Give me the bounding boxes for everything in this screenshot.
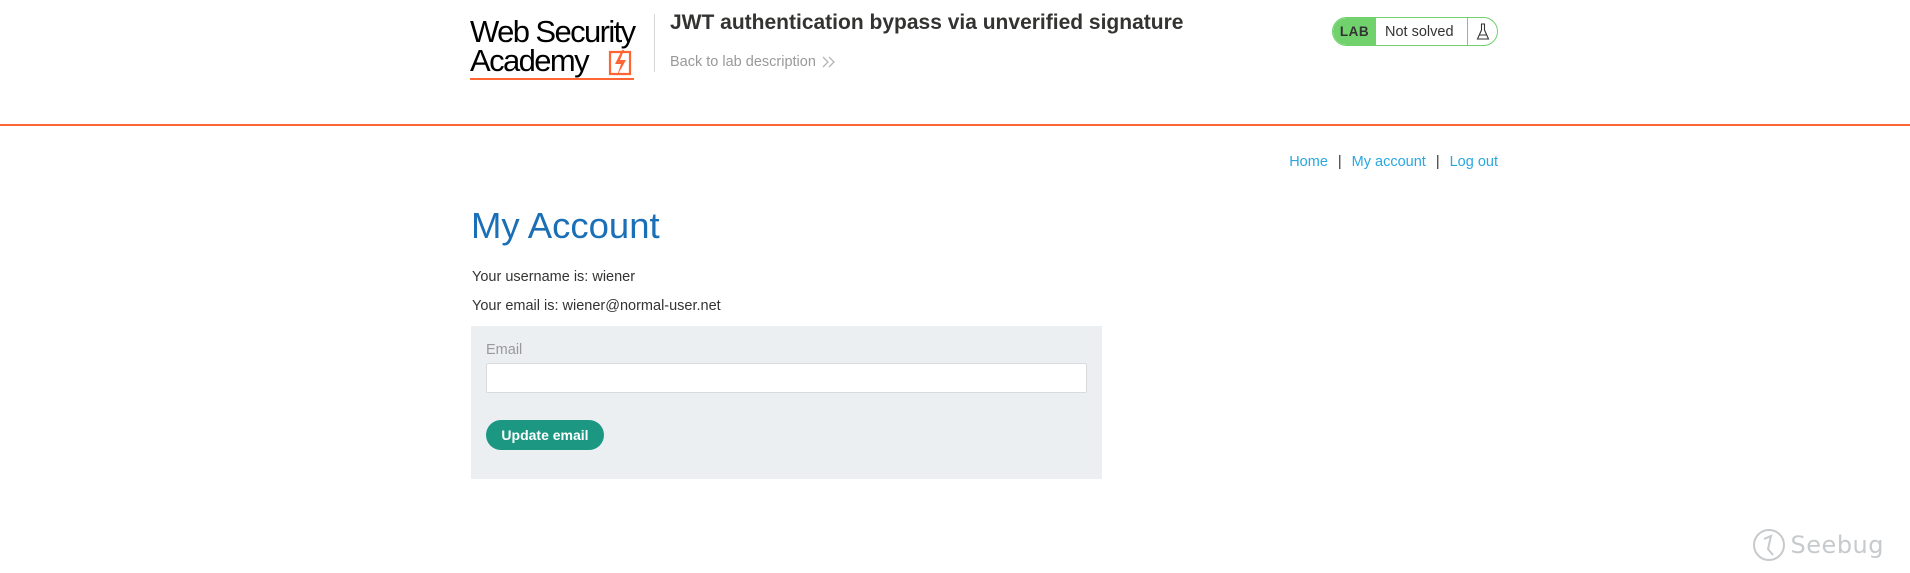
nav-separator: |: [1337, 154, 1342, 170]
back-to-lab-description-link[interactable]: Back to lab description: [670, 54, 836, 70]
lab-tag: LAB: [1333, 18, 1376, 45]
lab-flask-button[interactable]: [1467, 18, 1497, 45]
update-email-button[interactable]: Update email: [486, 420, 604, 450]
lightning-bolt-icon: [608, 50, 632, 76]
web-security-academy-logo[interactable]: Web Security Academy: [470, 14, 652, 82]
chevron-double-right-icon: [822, 56, 835, 68]
email-line: Your email is: wiener@normal-user.net: [472, 298, 721, 314]
logo-underline: [470, 78, 634, 80]
nav-my-account-link[interactable]: My account: [1352, 154, 1426, 170]
seebug-logo-icon: [1752, 529, 1785, 561]
flask-icon: [1476, 22, 1489, 40]
logo-text-line2: Academy: [470, 43, 590, 78]
email-input[interactable]: [486, 363, 1087, 393]
lab-status-text: Not solved: [1385, 23, 1454, 40]
page-title: My Account: [471, 205, 660, 246]
watermark-text: Seebug: [1790, 531, 1884, 559]
nav-home-link[interactable]: Home: [1289, 154, 1328, 170]
username-line: Your username is: wiener: [472, 269, 636, 285]
account-nav: Home | My account | Log out: [1289, 154, 1498, 170]
lab-header: Web Security Academy JWT authentication …: [0, 0, 1910, 126]
nav-separator: |: [1435, 154, 1440, 170]
update-email-form: Email Update email: [471, 326, 1102, 479]
email-field-label: Email: [486, 342, 523, 358]
back-link-label: Back to lab description: [670, 54, 816, 70]
header-divider: [654, 14, 655, 72]
lab-title: JWT authentication bypass via unverified…: [670, 11, 1184, 34]
nav-log-out-link[interactable]: Log out: [1450, 154, 1498, 170]
seebug-watermark: Seebug: [1751, 527, 1884, 563]
lab-status-widget: LAB Not solved: [1332, 17, 1498, 46]
